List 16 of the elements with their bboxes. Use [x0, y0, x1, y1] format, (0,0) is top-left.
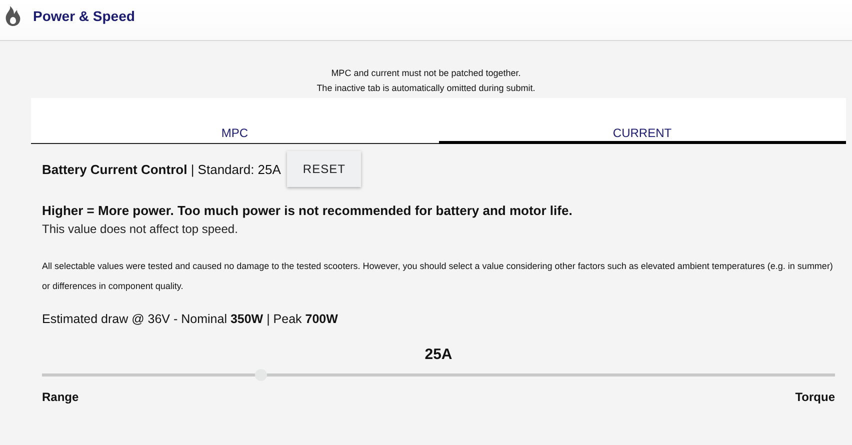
- disclaimer-text: All selectable values were tested and caused no damage to the tested scooters. However, you should select a value considering other factors such as elevated ambient temperatures (e.g. in summer) or differences in component quality.: [42, 260, 834, 293]
- slider-max-label: Torque: [795, 390, 835, 404]
- slider-thumb[interactable]: [254, 369, 267, 381]
- setting-label: Battery Current Control | Standard: 25A: [42, 162, 281, 176]
- note-text: The inactive tab is automatically omitted during submit.: [316, 82, 536, 95]
- slider-min-label: Range: [42, 390, 79, 404]
- slider-value: 25A: [424, 346, 454, 363]
- info-text: This value does not affect top speed.: [42, 222, 239, 236]
- estimate-text: Estimated draw @ 36V - Nominal 350W | Peak 700W: [42, 312, 339, 326]
- note-text: MPC and current must not be patched together.: [331, 67, 521, 80]
- flame-icon: [5, 6, 21, 26]
- page-title: Power & Speed: [33, 8, 135, 24]
- reset-button[interactable]: RESET: [286, 151, 362, 187]
- tab[interactable]: MPC: [31, 98, 438, 144]
- tab[interactable]: CURRENT: [438, 98, 846, 144]
- warning-text: Higher = More power. Too much power is not recommended for battery and motor life.: [42, 203, 574, 218]
